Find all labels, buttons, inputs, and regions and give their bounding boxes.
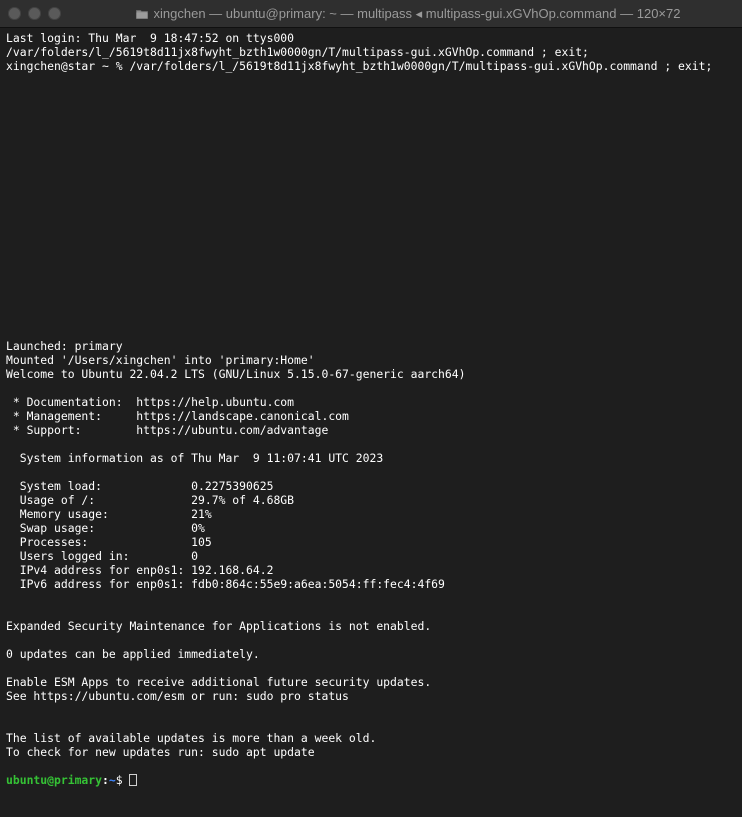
minimize-button-icon[interactable] (28, 7, 41, 20)
window-title: xingchen — ubuntu@primary: ~ — multipass… (153, 6, 681, 21)
prompt-user-host: ubuntu@primary (6, 773, 103, 787)
terminal-line: Mounted '/Users/xingchen' into 'primary:… (6, 353, 315, 367)
terminal-line: Welcome to Ubuntu 22.04.2 LTS (GNU/Linux… (6, 367, 466, 381)
title-bar[interactable]: xingchen — ubuntu@primary: ~ — multipass… (0, 0, 742, 28)
window-title-area: xingchen — ubuntu@primary: ~ — multipass… (80, 0, 736, 28)
terminal-line: Users logged in: 0 (6, 549, 199, 563)
terminal-line: Expanded Security Maintenance for Applic… (6, 619, 432, 633)
terminal-line: IPv6 address for enp0s1: fdb0:864c:55e9:… (6, 577, 445, 591)
terminal-output[interactable]: Last login: Thu Mar 9 18:47:52 on ttys00… (0, 28, 742, 817)
terminal-line: Enable ESM Apps to receive additional fu… (6, 675, 432, 689)
prompt-path: ~ (108, 773, 116, 787)
terminal-line: xingchen@star ~ % /var/folders/l_/5619t8… (6, 59, 713, 73)
zoom-button-icon[interactable] (48, 7, 61, 20)
folder-icon (135, 9, 148, 19)
terminal-line: Processes: 105 (6, 535, 212, 549)
prompt-separator: : (102, 773, 109, 787)
terminal-line: Launched: primary (6, 339, 123, 353)
terminal-line: The list of available updates is more th… (6, 731, 377, 745)
text-cursor (128, 774, 137, 786)
terminal-line: * Documentation: https://help.ubuntu.com (6, 395, 295, 409)
terminal-line: System load: 0.2275390625 (6, 479, 274, 493)
terminal-line: 0 updates can be applied immediately. (6, 647, 260, 661)
terminal-line: * Management: https://landscape.canonica… (6, 409, 349, 423)
terminal-line: To check for new updates run: sudo apt u… (6, 745, 315, 759)
terminal-line: See https://ubuntu.com/esm or run: sudo … (6, 689, 349, 703)
prompt-symbol: $ (115, 773, 123, 787)
terminal-line: * Support: https://ubuntu.com/advantage (6, 423, 329, 437)
terminal-line: Usage of /: 29.7% of 4.68GB (6, 493, 295, 507)
close-button-icon[interactable] (8, 7, 21, 20)
terminal-line: System information as of Thu Mar 9 11:07… (6, 451, 384, 465)
terminal-line: IPv4 address for enp0s1: 192.168.64.2 (6, 563, 274, 577)
shell-prompt-line[interactable]: ubuntu@primary:~$ (6, 773, 736, 787)
terminal-line: Swap usage: 0% (6, 521, 205, 535)
terminal-line: Last login: Thu Mar 9 18:47:52 on ttys00… (6, 31, 295, 45)
terminal-lines: Last login: Thu Mar 9 18:47:52 on ttys00… (6, 31, 736, 773)
terminal-line: Memory usage: 21% (6, 507, 212, 521)
terminal-window: xingchen — ubuntu@primary: ~ — multipass… (0, 0, 742, 817)
terminal-line: /var/folders/l_/5619t8d11jx8fwyht_bzth1w… (6, 45, 589, 59)
